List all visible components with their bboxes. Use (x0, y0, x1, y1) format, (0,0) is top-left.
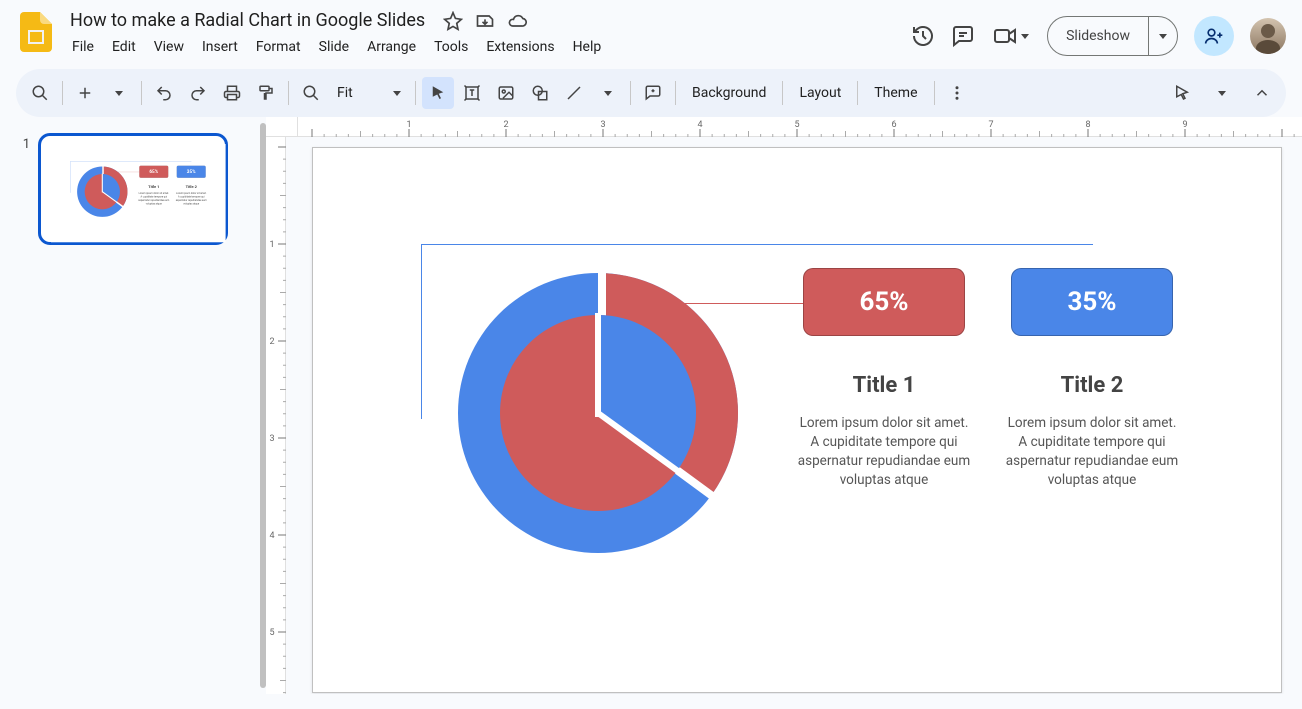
menu-file[interactable]: File (64, 35, 102, 59)
account-avatar[interactable] (1250, 18, 1286, 54)
toolbar: Fit Background Layout Theme (16, 69, 1286, 117)
menu-insert[interactable]: Insert (194, 35, 246, 59)
layout-button[interactable]: Layout (789, 77, 851, 109)
callout-35[interactable]: 35% (177, 166, 206, 178)
zoom-value: Fit (337, 85, 353, 101)
callout-35[interactable]: 35% (1011, 268, 1173, 336)
meet-icon[interactable] (991, 24, 1031, 48)
slides-logo[interactable] (16, 12, 56, 52)
zoom-select[interactable]: Fit (329, 77, 409, 109)
slideshow-dropdown[interactable] (1148, 17, 1177, 55)
svg-text:4: 4 (269, 531, 274, 541)
zoom-icon[interactable] (295, 77, 327, 109)
menu-edit[interactable]: Edit (104, 35, 144, 59)
text-block-1[interactable]: Title 1Lorem ipsum dolor sit amet. A cup… (794, 373, 974, 490)
text-block-2[interactable]: Title 2Lorem ipsum dolor sit amet. A cup… (1002, 373, 1182, 490)
svg-text:5: 5 (794, 120, 799, 130)
radial-chart[interactable] (76, 166, 128, 218)
textbox-icon[interactable] (456, 77, 488, 109)
background-button[interactable]: Background (682, 77, 776, 109)
ruler-corner (266, 117, 298, 137)
comment-add-icon[interactable] (637, 77, 669, 109)
callout-65[interactable]: 65% (139, 166, 168, 178)
text-block-1[interactable]: Title 1Lorem ipsum dolor sit amet. A cup… (138, 185, 170, 206)
svg-text:6: 6 (891, 120, 896, 130)
slideshow-label[interactable]: Slideshow (1048, 28, 1148, 44)
svg-text:3: 3 (269, 434, 274, 444)
slideshow-button[interactable]: Slideshow (1047, 16, 1178, 56)
search-menus-icon[interactable] (24, 77, 56, 109)
svg-text:7: 7 (988, 120, 993, 130)
document-title[interactable]: How to make a Radial Chart in Google Sli… (64, 8, 431, 33)
menubar: File Edit View Insert Format Slide Arran… (64, 35, 903, 59)
svg-text:3: 3 (600, 120, 605, 130)
print-icon[interactable] (216, 77, 248, 109)
redo-icon[interactable] (182, 77, 214, 109)
svg-text:8: 8 (1085, 120, 1090, 130)
menu-tools[interactable]: Tools (426, 35, 476, 59)
svg-text:5: 5 (269, 628, 274, 638)
callout-65[interactable]: 65% (803, 268, 965, 336)
slide-thumbnail[interactable]: 65% 35% Title 1Lorem ipsum dolor sit ame… (38, 133, 228, 245)
filmstrip: 1 65% 35% Title 1Lorem ipsum dolor sit (0, 117, 260, 694)
ruler-horizontal: 1 2 3 4 5 6 7 8 9 (298, 117, 1302, 137)
menu-help[interactable]: Help (565, 35, 610, 59)
svg-text:4: 4 (697, 120, 702, 130)
more-icon[interactable] (941, 77, 973, 109)
cloud-icon[interactable] (507, 11, 527, 31)
canvas-area: 1 2 3 4 5 6 7 8 9 1 2 3 4 5 65% (266, 117, 1302, 694)
ruler-vertical: 1 2 3 4 5 (266, 137, 286, 694)
svg-text:9: 9 (1182, 120, 1187, 130)
text-block-2[interactable]: Title 2Lorem ipsum dolor sit amet. A cup… (175, 185, 207, 206)
line-icon[interactable] (558, 77, 590, 109)
pointer-mode-icon[interactable] (1166, 77, 1198, 109)
comments-icon[interactable] (951, 24, 975, 48)
star-icon[interactable] (443, 11, 463, 31)
menu-slide[interactable]: Slide (311, 35, 357, 59)
new-slide-dropdown[interactable] (103, 77, 135, 109)
history-icon[interactable] (911, 24, 935, 48)
select-tool-icon[interactable] (422, 77, 454, 109)
collapse-toolbar-icon[interactable] (1246, 77, 1278, 109)
svg-text:1: 1 (406, 120, 411, 130)
pointer-mode-dropdown[interactable] (1206, 77, 1238, 109)
image-icon[interactable] (490, 77, 522, 109)
slide-number: 1 (10, 133, 30, 678)
svg-text:1: 1 (269, 240, 274, 250)
theme-button[interactable]: Theme (864, 77, 927, 109)
radial-chart[interactable] (453, 268, 743, 558)
menu-arrange[interactable]: Arrange (359, 35, 424, 59)
move-icon[interactable] (475, 11, 495, 31)
shape-icon[interactable] (524, 77, 556, 109)
svg-text:2: 2 (269, 337, 274, 347)
svg-text:2: 2 (503, 120, 508, 130)
menu-extensions[interactable]: Extensions (478, 35, 562, 59)
line-dropdown[interactable] (592, 77, 624, 109)
new-slide-icon[interactable] (69, 77, 101, 109)
undo-icon[interactable] (148, 77, 180, 109)
paint-format-icon[interactable] (250, 77, 282, 109)
slide-canvas[interactable]: 65% 35% Title 1Lorem ipsum dolor sit ame… (312, 147, 1282, 693)
menu-view[interactable]: View (146, 35, 192, 59)
share-button[interactable] (1194, 16, 1234, 56)
menu-format[interactable]: Format (248, 35, 309, 59)
